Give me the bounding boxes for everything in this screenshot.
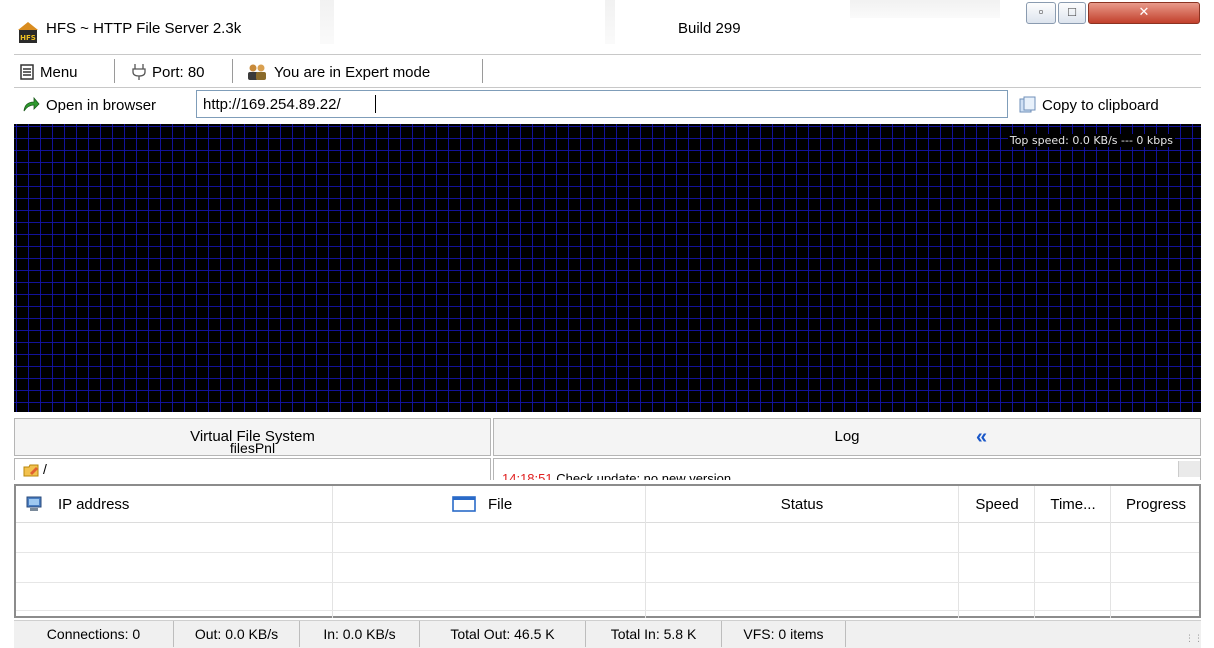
log-view[interactable]: 14:18:51 Check update: no new version xyxy=(493,458,1201,480)
clipboard-icon xyxy=(1019,96,1036,113)
window-icon xyxy=(452,496,476,512)
menu-label: Menu xyxy=(40,63,78,81)
log-panel-header[interactable]: Log xyxy=(493,418,1201,456)
background-artifact xyxy=(320,0,334,44)
plug-icon xyxy=(132,64,146,80)
copy-to-clipboard-label: Copy to clipboard xyxy=(1042,96,1159,114)
computer-icon xyxy=(26,496,42,511)
users-icon xyxy=(248,64,266,80)
toolbar-divider xyxy=(232,59,233,83)
speed-graph: Top speed: 0.0 KB/s --- 0 kbps xyxy=(14,124,1201,412)
mode-label: You are in Expert mode xyxy=(274,63,431,81)
address-toolbar: Open in browser http://169.254.89.22/ Co… xyxy=(14,88,1201,122)
resize-grip-icon[interactable]: ⋮⋮ xyxy=(1185,633,1203,645)
vfs-root-item[interactable]: / xyxy=(23,461,47,477)
folder-edit-icon xyxy=(23,464,39,477)
status-total-out: Total Out: 46.5 K xyxy=(420,621,586,647)
svg-text:HFS: HFS xyxy=(20,34,36,42)
log-entry: 14:18:51 Check update: no new version xyxy=(502,471,731,480)
vfs-tree[interactable]: / xyxy=(14,458,491,480)
log-message: Check update: no new version xyxy=(552,471,732,480)
window-controls: ▫ □ ✕ xyxy=(1022,2,1202,26)
toolbar-divider xyxy=(114,59,115,83)
column-header-time[interactable]: Time... xyxy=(1036,486,1110,522)
minimize-icon: ▫ xyxy=(1038,4,1044,19)
port-button[interactable]: Port: 80 xyxy=(132,61,205,83)
vfs-subtitle: filesPnl xyxy=(229,440,276,456)
hfs-app-icon: HFS xyxy=(18,22,38,43)
column-label: Progress xyxy=(1125,495,1187,513)
row-divider xyxy=(16,552,1199,553)
close-icon: ✕ xyxy=(1138,4,1150,19)
url-text: http://169.254.89.22/ xyxy=(203,96,341,113)
column-label: Status xyxy=(780,495,824,513)
title-bar: HFS HFS ~ HTTP File Server 2.3k Build 29… xyxy=(0,0,1214,46)
column-header-speed[interactable]: Speed xyxy=(960,486,1034,522)
vfs-panel-header[interactable]: Virtual File System filesPnl xyxy=(14,418,491,456)
connections-table[interactable]: IP address File Status Speed Time... Pro… xyxy=(14,484,1201,618)
column-header-file[interactable]: File xyxy=(452,486,642,522)
menu-button[interactable]: Menu xyxy=(20,61,78,83)
main-toolbar: Menu Port: 80 You are in Expert mode xyxy=(14,54,1201,88)
status-total-in: Total In: 5.8 K xyxy=(586,621,722,647)
background-artifact xyxy=(850,0,1000,18)
column-label: Time... xyxy=(1050,495,1096,513)
minimize-button[interactable]: ▫ xyxy=(1026,2,1056,24)
column-header-progress[interactable]: Progress xyxy=(1112,486,1200,522)
status-bar: Connections: 0 Out: 0.0 KB/s In: 0.0 KB/… xyxy=(14,620,1203,648)
top-speed-label: Top speed: 0.0 KB/s --- 0 kbps xyxy=(1007,134,1175,147)
collapse-double-chevron-icon[interactable]: « xyxy=(976,426,987,449)
build-label: Build 299 xyxy=(678,20,741,37)
vfs-root-label: / xyxy=(43,461,47,477)
background-artifact xyxy=(605,0,615,44)
column-label: Speed xyxy=(975,495,1019,513)
log-title: Log xyxy=(834,428,860,445)
open-in-browser-label: Open in browser xyxy=(46,96,157,114)
url-field[interactable]: http://169.254.89.22/ xyxy=(196,90,1008,118)
row-divider xyxy=(16,610,1199,611)
log-time: 14:18:51 xyxy=(502,471,553,480)
menu-icon xyxy=(20,64,34,80)
text-caret xyxy=(375,95,376,113)
open-in-browser-button[interactable]: Open in browser xyxy=(22,94,156,116)
open-arrow-icon xyxy=(23,97,40,112)
copy-to-clipboard-button[interactable]: Copy to clipboard xyxy=(1018,94,1159,116)
expert-mode-button[interactable]: You are in Expert mode xyxy=(246,61,430,83)
column-header-ip[interactable]: IP address xyxy=(24,486,332,522)
window-title: HFS ~ HTTP File Server 2.3k xyxy=(46,20,242,37)
close-button[interactable]: ✕ xyxy=(1088,2,1200,24)
column-label: File xyxy=(488,495,513,513)
status-out-speed: Out: 0.0 KB/s xyxy=(174,621,300,647)
column-header-status[interactable]: Status xyxy=(646,486,958,522)
connections-header: IP address File Status Speed Time... Pro… xyxy=(16,486,1199,523)
column-label: IP address xyxy=(58,495,130,513)
row-divider xyxy=(16,582,1199,583)
status-connections: Connections: 0 xyxy=(14,621,174,647)
status-vfs-items: VFS: 0 items xyxy=(722,621,846,647)
log-scrollbar[interactable] xyxy=(1178,461,1200,477)
status-in-speed: In: 0.0 KB/s xyxy=(300,621,420,647)
toolbar-divider xyxy=(482,59,483,83)
maximize-button[interactable]: □ xyxy=(1058,2,1086,24)
port-label: Port: 80 xyxy=(152,63,205,81)
maximize-icon: □ xyxy=(1068,4,1076,19)
